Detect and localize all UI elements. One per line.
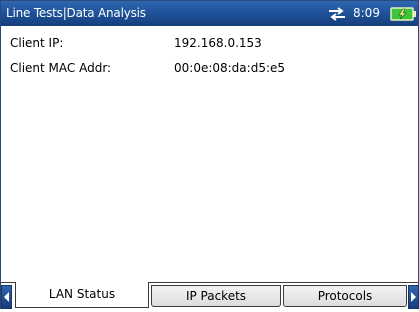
client-ip-label: Client IP: [10, 36, 64, 50]
connection-arrows-icon [329, 7, 345, 21]
app-window: Line Tests|Data Analysis 8:09 Client IP:… [0, 0, 419, 309]
title-bar: Line Tests|Data Analysis 8:09 [1, 1, 418, 26]
client-mac-label: Client MAC Addr: [10, 61, 112, 75]
window-title: Line Tests|Data Analysis [6, 6, 146, 20]
lan-status-panel: Client IP: 192.168.0.153 Client MAC Addr… [1, 26, 418, 281]
tab-ip-packets[interactable]: IP Packets [151, 285, 281, 307]
tab-scroll-left-button[interactable] [1, 285, 12, 309]
arrow-right-icon [411, 292, 416, 302]
tab-lan-status[interactable]: LAN Status [15, 282, 149, 308]
clock-time: 8:09 [353, 6, 380, 20]
arrow-left-icon [4, 292, 9, 302]
battery-charging-icon [390, 7, 416, 21]
client-mac-value: 00:0e:08:da:d5:e5 [174, 61, 286, 75]
tab-scroll-right-button[interactable] [408, 285, 419, 309]
client-ip-value: 192.168.0.153 [174, 36, 262, 50]
tab-protocols[interactable]: Protocols [283, 285, 407, 307]
tab-bar: LAN Status IP Packets Protocols [1, 282, 419, 309]
